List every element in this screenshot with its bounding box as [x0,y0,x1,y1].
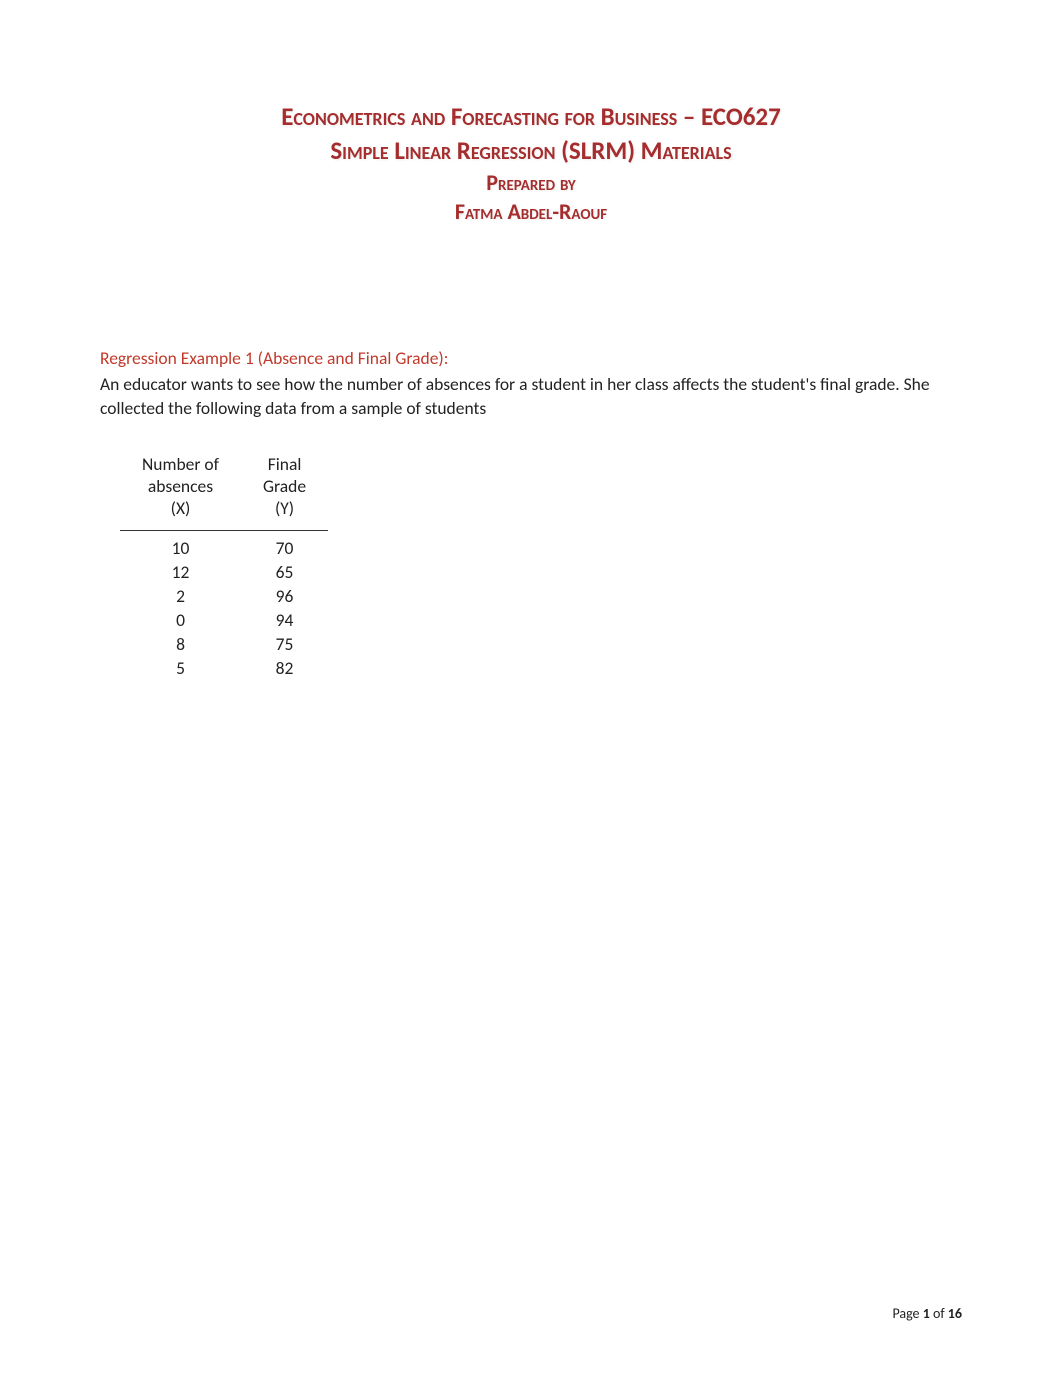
title-line-3: Prepared by [100,168,962,198]
table-body: 10 70 12 65 2 96 0 94 8 75 5 82 [120,530,328,680]
table-header-col2-line2: Grade [263,476,306,498]
table-row: 10 70 [120,530,328,560]
table-row: 12 65 [120,560,328,584]
table-header-col2: Final Grade (Y) [241,448,328,520]
title-line-2: Simple Linear Regression (SLRM) Material… [100,134,962,168]
example-heading: Regression Example 1 (Absence and Final … [100,347,962,369]
footer-current-page: 1 [923,1305,930,1322]
cell-x: 8 [120,632,241,656]
footer-prefix: Page [892,1305,922,1322]
title-line-1: Econometrics and Forecasting for Busines… [100,100,962,134]
table-row: 2 96 [120,584,328,608]
cell-y: 75 [241,632,328,656]
cell-y: 96 [241,584,328,608]
cell-x: 0 [120,608,241,632]
cell-y: 65 [241,560,328,584]
example-body: An educator wants to see how the number … [100,373,962,420]
cell-x: 2 [120,584,241,608]
cell-x: 10 [120,530,241,560]
page-footer: Page 1 of 16 [892,1305,962,1322]
footer-total-pages: 16 [948,1305,962,1322]
table-header-col1-line1: Number of [142,454,219,476]
table-header-col1-line2: absences [142,476,219,498]
footer-of: of [930,1305,948,1322]
cell-x: 12 [120,560,241,584]
table-row: 0 94 [120,608,328,632]
table-header-col2-line1: Final [263,454,306,476]
table-header-col2-line3: (Y) [263,498,306,520]
cell-x: 5 [120,656,241,680]
table-header-col1-line3: (X) [142,498,219,520]
document-title-block: Econometrics and Forecasting for Busines… [100,100,962,227]
table-row: 8 75 [120,632,328,656]
data-table: Number of absences (X) Final Grade (Y) 1… [120,448,328,680]
cell-y: 70 [241,530,328,560]
cell-y: 94 [241,608,328,632]
table-header-col1: Number of absences (X) [120,448,241,520]
cell-y: 82 [241,656,328,680]
table-row: 5 82 [120,656,328,680]
title-line-4: Fatma Abdel-Raouf [100,197,962,227]
